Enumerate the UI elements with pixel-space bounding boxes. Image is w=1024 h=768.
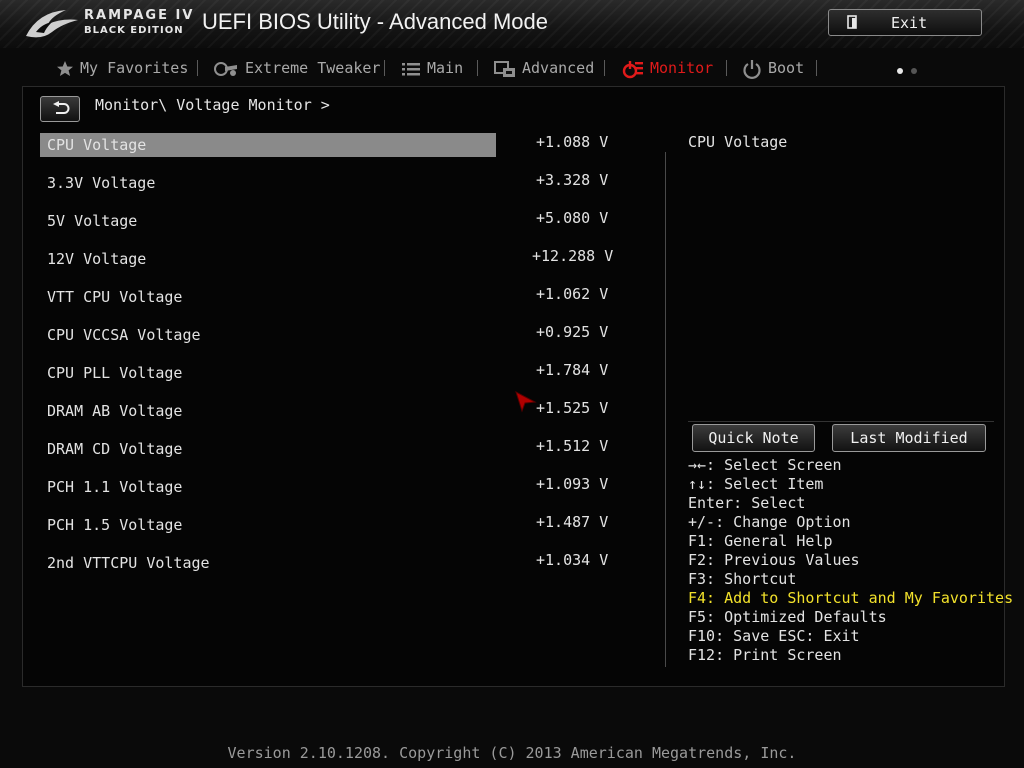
voltage-value: +1.034 V [536, 551, 609, 569]
key-hint: F10: Save ESC: Exit [688, 627, 860, 645]
help-divider [688, 421, 994, 422]
star-icon [57, 60, 73, 76]
tab-advanced[interactable]: Advanced [494, 54, 594, 82]
tab-label: Extreme Tweaker [245, 59, 381, 77]
tab-label: Monitor [650, 59, 714, 77]
tab-separator [726, 60, 727, 76]
voltage-row-5v[interactable]: 5V Voltage [40, 209, 496, 233]
voltage-name: CPU VCCSA Voltage [47, 326, 201, 344]
version-footer: Version 2.10.1208. Copyright (C) 2013 Am… [227, 744, 797, 762]
voltage-row-vtt-cpu[interactable]: VTT CPU Voltage [40, 285, 496, 309]
power-icon [743, 59, 761, 79]
voltage-name: 12V Voltage [47, 250, 147, 268]
app-title: UEFI BIOS Utility - Advanced Mode [202, 9, 549, 34]
voltage-row-pch-1-5[interactable]: PCH 1.5 Voltage [40, 513, 496, 537]
panel-divider [665, 152, 666, 667]
exit-button[interactable]: Exit [828, 9, 982, 36]
tab-monitor[interactable]: Monitor [622, 54, 713, 82]
key-hint: Enter: Select [688, 494, 806, 512]
voltage-value: +1.525 V [536, 399, 609, 417]
tab-my-favorites[interactable]: My Favorites [56, 54, 188, 82]
voltage-value: +1.512 V [536, 437, 609, 455]
exit-door-icon [847, 15, 857, 29]
key-hint: F5: Optimized Defaults [688, 608, 887, 626]
tab-extreme-tweaker[interactable]: Extreme Tweaker [213, 54, 380, 82]
key-hint: →←: Select Screen [688, 456, 842, 474]
list-icon [402, 62, 420, 75]
voltage-value: +1.093 V [536, 475, 609, 493]
voltage-name: 5V Voltage [47, 212, 138, 230]
tab-separator [816, 60, 817, 76]
brand-name: RAMPAGE IV [84, 8, 195, 23]
tab-label: Main [427, 59, 464, 77]
brand-edition: BLACK EDITION [84, 25, 184, 36]
voltage-row-3v3[interactable]: 3.3V Voltage [40, 171, 496, 195]
voltage-name: VTT CPU Voltage [47, 288, 183, 306]
voltage-name: CPU PLL Voltage [47, 364, 183, 382]
voltage-row-cpu[interactable]: CPU Voltage [40, 133, 496, 157]
mouse-cursor-icon [515, 390, 537, 413]
voltage-row-2nd-vttcpu[interactable]: 2nd VTTCPU Voltage [40, 551, 496, 575]
key-hint: +/-: Change Option [688, 513, 851, 531]
back-arrow-icon [53, 101, 70, 114]
voltage-name: PCH 1.1 Voltage [47, 478, 183, 496]
breadcrumb: Monitor\ Voltage Monitor > [95, 96, 330, 114]
tab-separator [604, 60, 605, 76]
voltage-value: +0.925 V [536, 323, 609, 341]
quick-note-button[interactable]: Quick Note [692, 424, 815, 452]
voltage-row-12v[interactable]: 12V Voltage [40, 247, 496, 271]
rog-logo-icon [26, 10, 78, 38]
page-indicator[interactable] [897, 59, 925, 78]
tab-boot[interactable]: Boot [742, 54, 804, 82]
voltage-name: DRAM AB Voltage [47, 402, 183, 420]
voltage-value: +12.288 V [532, 247, 614, 265]
tab-main[interactable]: Main [401, 54, 463, 82]
voltage-name: 3.3V Voltage [47, 174, 156, 192]
tweaker-icon [214, 61, 237, 76]
last-modified-button[interactable]: Last Modified [832, 424, 986, 452]
key-hint: F12: Print Screen [688, 646, 842, 664]
voltage-value: +1.784 V [536, 361, 609, 379]
voltage-value: +5.080 V [536, 209, 609, 227]
exit-label: Exit [891, 14, 928, 32]
page-dot-active[interactable] [897, 68, 903, 74]
voltage-name: 2nd VTTCPU Voltage [47, 554, 210, 572]
voltage-value: +1.062 V [536, 285, 609, 303]
tab-separator [477, 60, 478, 76]
voltage-name: CPU Voltage [47, 136, 147, 154]
tab-separator [384, 60, 385, 76]
voltage-row-pch-1-1[interactable]: PCH 1.1 Voltage [40, 475, 496, 499]
voltage-row-cpu-pll[interactable]: CPU PLL Voltage [40, 361, 496, 385]
page-dot[interactable] [911, 68, 917, 74]
voltage-name: DRAM CD Voltage [47, 440, 183, 458]
monitor-icon [622, 60, 643, 78]
key-hint-highlighted: F4: Add to Shortcut and My Favorites [688, 589, 1014, 607]
key-hint: F1: General Help [688, 532, 833, 550]
voltage-row-dram-ab[interactable]: DRAM AB Voltage [40, 399, 496, 423]
voltage-value: +1.088 V [536, 133, 609, 151]
key-hint: F3: Shortcut [688, 570, 797, 588]
tab-label: My Favorites [80, 59, 189, 77]
back-button[interactable] [40, 96, 80, 122]
key-hint: ↑↓: Select Item [688, 475, 824, 493]
voltage-value: +1.487 V [536, 513, 609, 531]
voltage-value: +3.328 V [536, 171, 609, 189]
voltage-row-cpu-vccsa[interactable]: CPU VCCSA Voltage [40, 323, 496, 347]
tab-label: Boot [768, 59, 805, 77]
help-title: CPU Voltage [688, 133, 788, 151]
tab-separator [197, 60, 198, 76]
voltage-row-dram-cd[interactable]: DRAM CD Voltage [40, 437, 496, 461]
key-hint: F2: Previous Values [688, 551, 860, 569]
tab-label: Advanced [522, 59, 595, 77]
voltage-name: PCH 1.5 Voltage [47, 516, 183, 534]
advanced-icon [494, 60, 515, 77]
key-legend: →←: Select Screen ↑↓: Select Item Enter:… [688, 456, 1013, 665]
